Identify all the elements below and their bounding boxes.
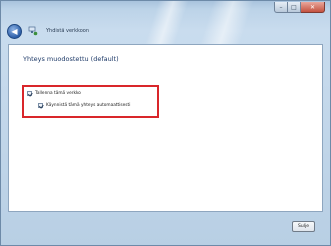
maximize-icon: □ — [291, 3, 297, 11]
dialog-footer: Sulje — [8, 212, 323, 242]
auto-connect-label: Käynnistä tämä yhteys automaattisesti — [46, 103, 131, 108]
caption-buttons: – □ ✕ — [274, 2, 325, 13]
dialog-window: – □ ✕ ◀ Yhdistä verkkoon Yhteys muodoste… — [0, 0, 331, 246]
navigation-bar: ◀ Yhdistä verkkoon — [7, 23, 89, 39]
save-network-checkbox[interactable] — [27, 91, 32, 96]
minimize-icon: – — [279, 3, 283, 11]
auto-connect-option[interactable]: Käynnistä tämä yhteys automaattisesti — [38, 103, 130, 108]
close-icon: ✕ — [309, 3, 316, 11]
close-window-button[interactable]: ✕ — [301, 2, 325, 13]
close-button[interactable]: Sulje — [292, 221, 315, 232]
back-arrow-icon: ◀ — [11, 26, 18, 36]
auto-connect-checkbox[interactable] — [38, 103, 43, 108]
maximize-button[interactable]: □ — [288, 2, 301, 13]
connection-status-heading: Yhteys muodostettu (default) — [23, 55, 119, 63]
content-panel: Yhteys muodostettu (default) Tallenna tä… — [8, 44, 323, 212]
highlight-box — [22, 85, 159, 118]
back-button[interactable]: ◀ — [7, 23, 22, 39]
network-icon — [28, 26, 38, 36]
glass-streak — [143, 1, 189, 49]
glass-streak — [198, 1, 254, 49]
window-title: Yhdistä verkkoon — [46, 28, 89, 34]
minimize-button[interactable]: – — [274, 2, 288, 13]
save-network-label: Tallenna tämä verkko — [35, 91, 81, 96]
save-network-option[interactable]: Tallenna tämä verkko — [27, 91, 81, 96]
